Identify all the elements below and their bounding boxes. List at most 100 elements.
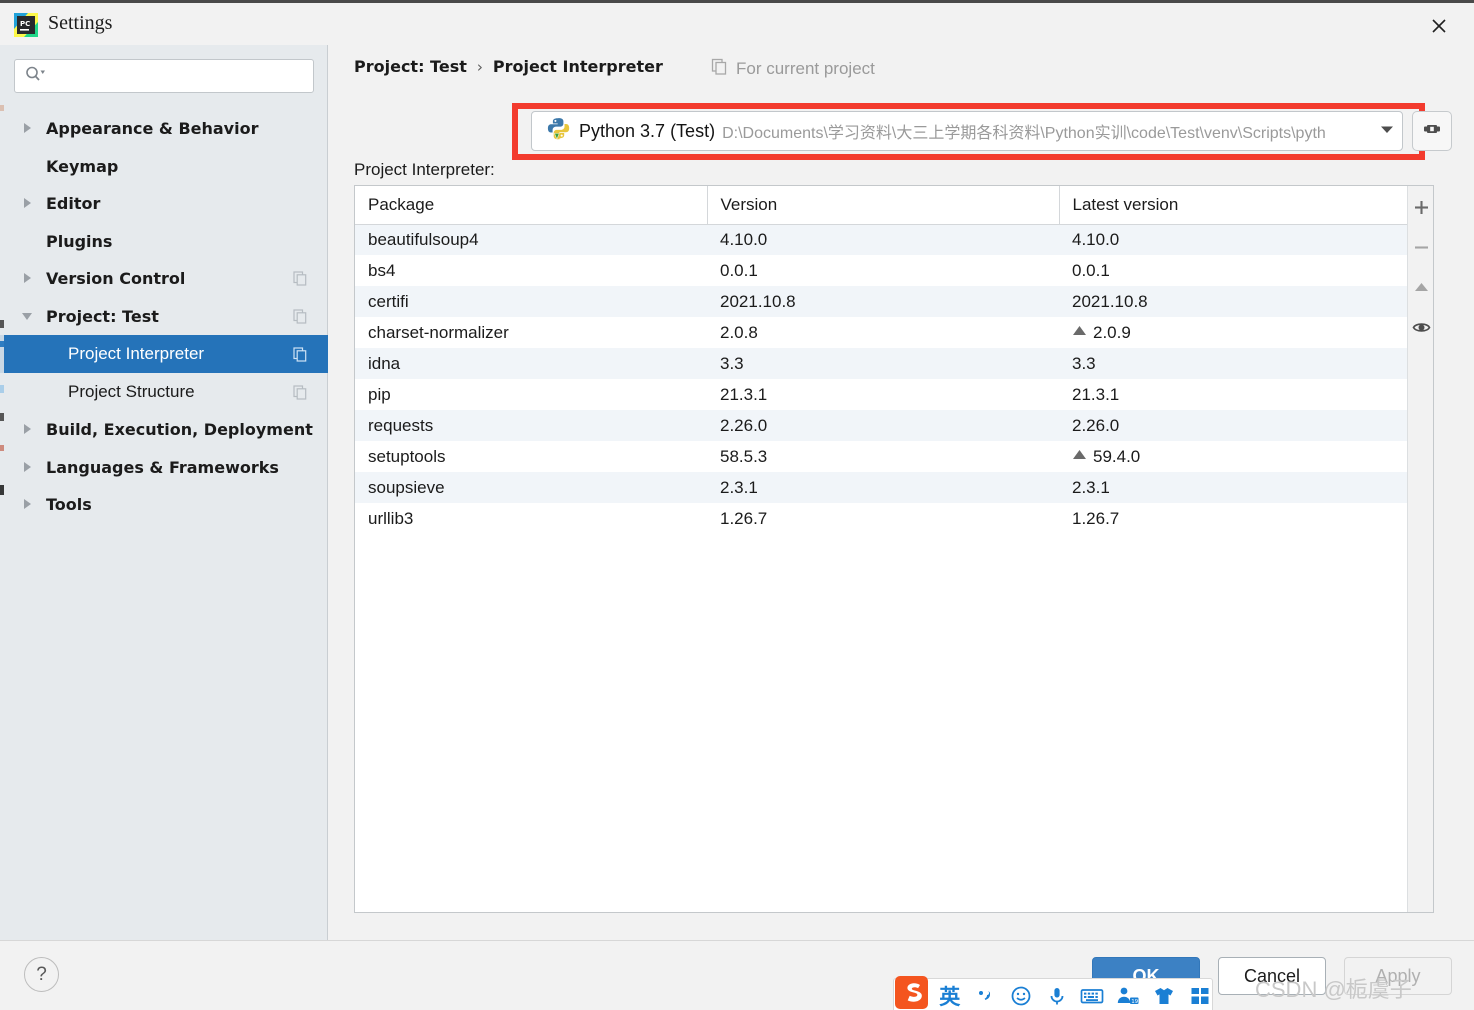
pycharm-icon: PC [14,13,38,37]
remove-package-button[interactable] [1408,230,1434,270]
sidebar-item-label: Project Structure [68,382,195,401]
microphone-icon[interactable] [1045,983,1069,1009]
cell-latest-version: 2.3.1 [1072,477,1110,497]
window-title: Settings [48,12,113,34]
cell-latest-version: 2021.10.8 [1072,291,1148,311]
breadcrumb-separator: › [476,57,483,76]
chevron-right-icon[interactable] [20,497,34,511]
sidebar-item-label: Editor [46,193,101,213]
cell-package: idna [368,353,401,373]
search-box[interactable] [14,59,314,93]
chevron-right-icon[interactable] [20,460,34,474]
interpreter-settings-button[interactable] [1412,111,1452,151]
cell-latest-version: 1.26.7 [1072,508,1120,528]
upgrade-package-button[interactable] [1408,270,1434,310]
table-row[interactable]: bs4 0.0.1 0.0.1 [355,255,1408,286]
up-arrow-icon [1413,279,1430,301]
packages-toolbar [1407,186,1433,912]
plus-icon [1413,199,1430,221]
punctuation-icon[interactable] [974,983,998,1009]
table-row[interactable]: idna 3.3 3.3 [355,348,1408,379]
sidebar-item-version-control[interactable]: Version Control [0,259,328,297]
table-row[interactable]: pip 21.3.1 21.3.1 [355,379,1408,410]
table-row[interactable]: certifi 2021.10.8 2021.10.8 [355,286,1408,317]
close-icon[interactable] [1414,7,1464,45]
cell-package: charset-normalizer [368,322,509,342]
table-row[interactable]: requests 2.26.0 2.26.0 [355,410,1408,441]
sidebar-item-label: Plugins [46,231,113,251]
chevron-right-icon[interactable] [20,196,34,210]
cell-package: pip [368,384,391,404]
sidebar-item-languages-frameworks[interactable]: Languages & Frameworks [0,448,328,486]
cell-package: beautifulsoup4 [368,229,479,249]
cell-package: requests [368,415,434,435]
sidebar-item-project-structure[interactable]: Project Structure [0,373,328,411]
cell-version: 2.3.1 [720,477,758,497]
copy-icon [293,384,308,400]
cell-package: certifi [368,291,409,311]
table-row[interactable]: beautifulsoup4 4.10.0 4.10.0 [355,224,1408,255]
sidebar-item-label: Project Interpreter [68,344,205,363]
cell-version: 1.26.7 [720,508,768,528]
cell-version: 2021.10.8 [720,291,796,311]
chevron-down-icon[interactable] [20,309,34,323]
python-venv-icon [546,116,571,146]
sidebar-item-tools[interactable]: Tools [0,485,328,523]
column-header-version[interactable]: Version [706,186,1059,225]
add-package-button[interactable] [1408,190,1434,230]
sidebar-item-label: Tools [46,494,92,514]
sidebar-item-project-test[interactable]: Project: Test [0,297,328,335]
account-icon[interactable]: 19 [1116,983,1140,1009]
title-bar: PC Settings [0,0,1474,45]
sidebar-item-plugins[interactable]: Plugins [0,222,328,260]
interpreter-path: D:\Documents\学习资料\大三上学期各科资料\Python实训\cod… [722,125,1326,142]
sidebar-item-build-execution-deployment[interactable]: Build, Execution, Deployment [0,410,328,448]
upgrade-available-icon [1072,322,1087,342]
interpreter-dropdown[interactable]: Python 3.7 (Test) D:\Documents\学习资料\大三上学… [531,111,1403,151]
svg-text:19: 19 [1132,999,1139,1005]
chevron-right-icon[interactable] [20,271,34,285]
cell-latest-version: 3.3 [1072,353,1096,373]
eye-icon [1412,318,1431,342]
sidebar-item-keymap[interactable]: Keymap [0,147,328,185]
breadcrumb-parent[interactable]: Project: Test [354,57,467,76]
packages-table: Package Version Latest version beautiful… [355,186,1408,534]
keyboard-icon[interactable] [1080,983,1104,1009]
copy-icon [293,308,308,324]
cell-version: 0.0.1 [720,260,758,280]
ime-toolbar: 英 19 [893,978,1213,1010]
upgrade-available-icon [1072,446,1087,466]
help-button[interactable]: ? [24,957,59,992]
chevron-right-icon[interactable] [20,422,34,436]
ime-mode-toggle[interactable]: 英 [938,983,962,1009]
sidebar-item-editor[interactable]: Editor [0,184,328,222]
sogou-logo-icon[interactable] [893,972,937,1010]
apps-icon[interactable] [1188,983,1212,1009]
sidebar-edge-artifact [0,45,4,940]
search-input[interactable] [52,68,302,84]
sidebar-item-appearance-behavior[interactable]: Appearance & Behavior [0,109,328,147]
table-row[interactable]: soupsieve 2.3.1 2.3.1 [355,472,1408,503]
sidebar-item-label: Keymap [46,156,119,176]
column-header-package[interactable]: Package [355,186,707,225]
emoji-icon[interactable] [1009,983,1033,1009]
chevron-down-icon[interactable] [1378,120,1396,143]
cell-version: 2.26.0 [720,415,768,435]
minus-icon [1413,239,1430,261]
table-row[interactable]: urllib3 1.26.7 1.26.7 [355,503,1408,534]
cell-package: bs4 [368,260,396,280]
breadcrumb-current: Project Interpreter [492,57,663,76]
main-panel: Project: Test › Project Interpreter For … [329,45,1474,940]
table-row[interactable]: setuptools 58.5.3 59.4.0 [355,441,1408,472]
table-row[interactable]: charset-normalizer 2.0.8 2.0.9 [355,317,1408,348]
skin-icon[interactable] [1152,983,1176,1009]
cell-version: 21.3.1 [720,384,768,404]
cell-version: 2.0.8 [720,322,758,342]
column-header-latest-version[interactable]: Latest version [1058,186,1408,225]
interpreter-field-label: Project Interpreter: [354,160,495,179]
settings-sidebar: Appearance & Behavior Keymap Editor Plugins… [0,45,328,940]
sidebar-item-project-interpreter[interactable]: Project Interpreter [0,335,328,373]
for-current-project-text: For current project [736,59,875,78]
show-early-releases-button[interactable] [1408,310,1434,350]
chevron-right-icon[interactable] [20,121,34,135]
